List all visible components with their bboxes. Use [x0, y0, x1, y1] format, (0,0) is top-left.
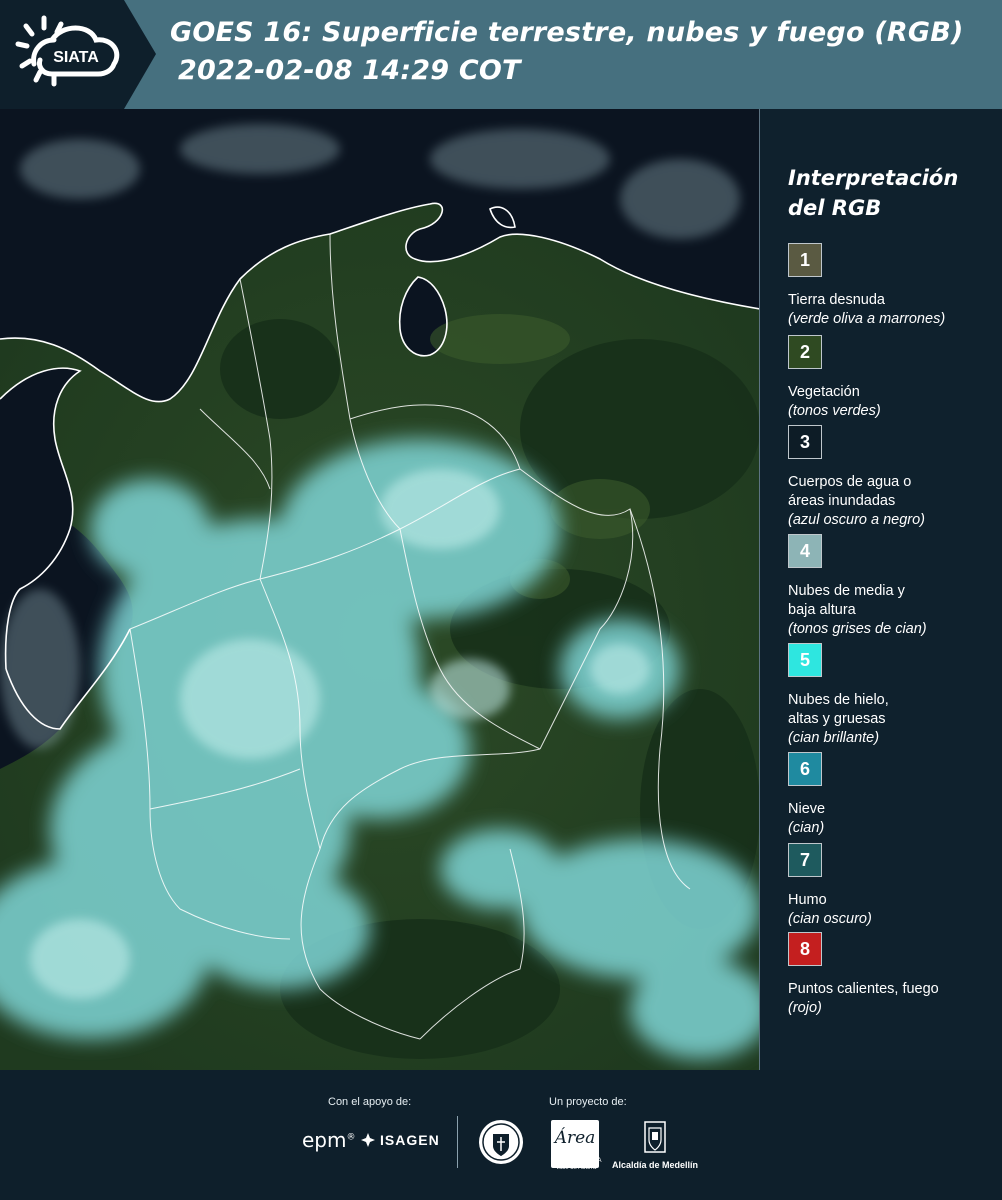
- logo-block: SIATA: [0, 0, 156, 109]
- legend-item-label: Nubes de hielo, altas y gruesas: [788, 691, 998, 729]
- legend-title: Interpretación del RGB: [788, 163, 958, 223]
- legend-swatch: 7: [788, 843, 822, 877]
- title-line-1: GOES 16: Superficie terrestre, nubes y f…: [170, 17, 964, 48]
- legend-swatch: 5: [788, 643, 822, 677]
- legend-item-4: 4 Nubes de media y baja altura (tonos gr…: [788, 534, 998, 639]
- legend-item-sub: (azul oscuro a negro): [788, 512, 926, 528]
- legend-item-label: Humo: [788, 892, 827, 908]
- legend-item-sub: (cian oscuro): [788, 911, 872, 927]
- legend-title-line-2: del RGB: [788, 196, 882, 220]
- legend-swatch-number: 8: [799, 938, 810, 959]
- legend-swatch: 3: [788, 425, 822, 459]
- epm-logo-text: epm: [302, 1128, 347, 1152]
- university-seal-icon: [479, 1120, 523, 1164]
- medellin-shield-icon: [644, 1121, 666, 1153]
- legend-item-sub: (tonos verdes): [788, 403, 881, 419]
- map-svg: [0, 109, 759, 1070]
- legend-swatch: 6: [788, 752, 822, 786]
- legend-item-7: 7 Humo (cian oscuro): [788, 843, 998, 929]
- footer-divider: [457, 1116, 458, 1168]
- logo-text: SIATA: [53, 49, 99, 66]
- legend-item-sub: (verde oliva a marrones): [788, 311, 946, 327]
- legend-swatch-number: 6: [799, 758, 810, 779]
- title-line-2: 2022-02-08 14:29 COT: [178, 55, 521, 86]
- legend-item-5: 5 Nubes de hielo, altas y gruesas (cian …: [788, 643, 998, 748]
- isagen-mark-icon: [361, 1133, 375, 1147]
- legend-item-label-line-1: Nubes de media y: [788, 583, 905, 599]
- legend-item-label-line-1: Nubes de hielo,: [788, 692, 889, 708]
- legend-swatch: 8: [788, 932, 822, 966]
- legend-item-label: Nieve: [788, 801, 826, 817]
- legend-item-label: Nubes de media y baja altura: [788, 582, 998, 620]
- legend-swatch-number: 5: [799, 649, 810, 670]
- project-label: Un proyecto de:: [549, 1096, 627, 1108]
- satellite-map[interactable]: [0, 109, 760, 1070]
- header-bar: SIATA GOES 16: Superficie terrestre, nub…: [0, 0, 1002, 109]
- legend-item-8: 8 Puntos calientes, fuego (rojo): [788, 932, 998, 1018]
- epm-logo: epm®: [302, 1128, 355, 1152]
- legend-item-1: 1 Tierra desnuda (verde oliva a marrones…: [788, 243, 998, 329]
- legend-item-label-line-1: Cuerpos de agua o: [788, 474, 912, 490]
- legend-item-label: Vegetación: [788, 384, 860, 400]
- legend-item-label-line-2: baja altura: [788, 602, 856, 618]
- legend-title-line-1: Interpretación: [788, 166, 959, 190]
- legend-swatch-number: 7: [799, 849, 810, 870]
- support-label: Con el apoyo de:: [328, 1096, 412, 1108]
- legend-item-sub: (rojo): [788, 1000, 822, 1016]
- legend-swatch-number: 4: [799, 540, 810, 561]
- legend-item-label-line-2: áreas inundadas: [788, 493, 896, 509]
- legend-swatch-number: 2: [799, 341, 810, 362]
- registered-icon: ®: [346, 1132, 356, 1143]
- legend-item-6: 6 Nieve (cian): [788, 752, 998, 838]
- legend-item-sub: (cian): [788, 820, 825, 836]
- area-metropolitana-sub: METROPOLITANA Valle de Aburrá: [550, 1158, 602, 1171]
- legend-item-2: 2 Vegetación (tonos verdes): [788, 335, 998, 421]
- legend-item-label-line-2: altas y gruesas: [788, 711, 886, 727]
- legend-item-label: Tierra desnuda: [788, 292, 885, 308]
- legend-item-sub: (cian brillante): [788, 730, 880, 746]
- legend-item-label: Puntos calientes, fuego: [788, 981, 939, 997]
- legend-swatch: 4: [788, 534, 822, 568]
- page-title: GOES 16: Superficie terrestre, nubes y f…: [170, 14, 964, 90]
- isagen-logo-text: ISAGEN: [380, 1132, 440, 1148]
- legend-item-sub: (tonos grises de cian): [788, 621, 927, 637]
- medellin-label: Alcaldía de Medellín: [612, 1160, 699, 1170]
- legend-item-label: Cuerpos de agua o áreas inundadas: [788, 473, 998, 511]
- legend-item-3: 3 Cuerpos de agua o áreas inundadas (azu…: [788, 425, 998, 530]
- legend-panel: Interpretación del RGB 1 Tierra desnuda …: [760, 109, 1002, 1070]
- legend-swatch-number: 1: [799, 249, 810, 270]
- legend-swatch-number: 3: [799, 431, 810, 452]
- legend-swatch: 1: [788, 243, 822, 277]
- isagen-logo: ISAGEN: [360, 1132, 440, 1148]
- footer: Con el apoyo de: Un proyecto de: epm® IS…: [0, 1070, 1002, 1200]
- legend-swatch: 2: [788, 335, 822, 369]
